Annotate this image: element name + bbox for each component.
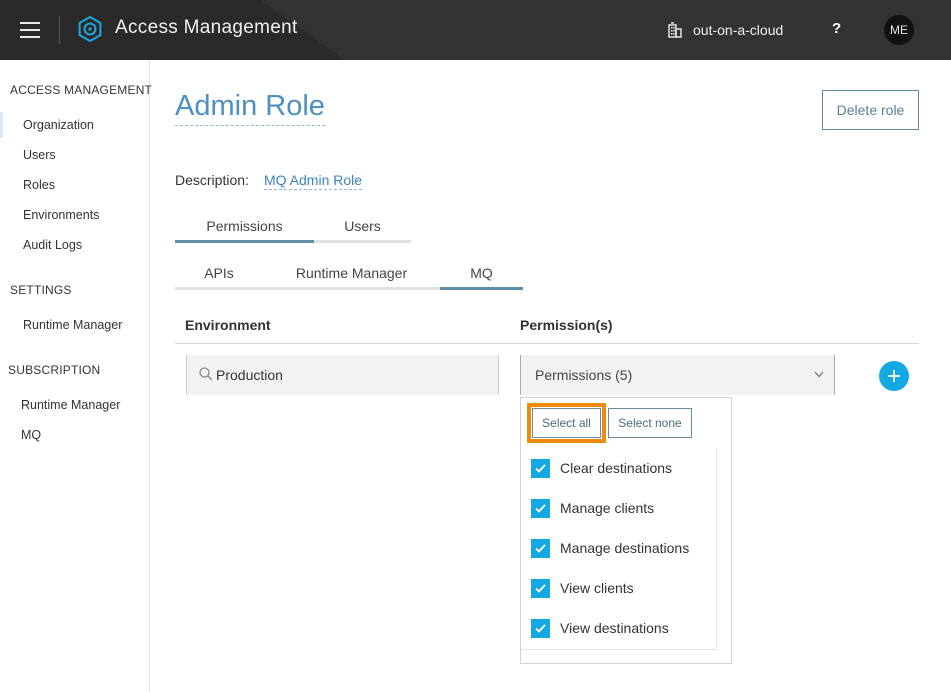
checkbox-checked-icon[interactable]	[531, 458, 550, 478]
org-name: out-on-a-cloud	[693, 22, 784, 38]
environment-search-input[interactable]: Production	[186, 355, 673, 395]
sidebar-item-audit-logs[interactable]: Audit Logs	[23, 238, 82, 252]
environment-value: Production	[216, 367, 283, 383]
sidebar-item-subscription-runtime-manager[interactable]: Runtime Manager	[21, 398, 120, 412]
checkbox-checked-icon[interactable]	[531, 618, 550, 638]
option-clear-destinations[interactable]: Clear destinations	[531, 458, 672, 478]
subtab-runtime-manager[interactable]: Runtime Manager	[263, 265, 440, 281]
delete-role-button[interactable]: Delete role	[822, 90, 919, 130]
permissions-select[interactable]: Permissions (5)	[520, 355, 835, 395]
option-label: Manage clients	[560, 500, 655, 516]
sidebar-item-users[interactable]: Users	[23, 148, 56, 162]
checkbox-checked-icon[interactable]	[531, 538, 550, 558]
subtab-apis[interactable]: APIs	[175, 265, 263, 281]
tab-permissions[interactable]: Permissions	[175, 218, 314, 234]
option-label: Manage destinations	[560, 540, 690, 556]
sidebar-item-settings-runtime-manager[interactable]: Runtime Manager	[23, 318, 122, 332]
tab-users[interactable]: Users	[314, 218, 411, 234]
checkbox-checked-icon[interactable]	[531, 578, 550, 598]
sidebar: ACCESS MANAGEMENT Organization Users Rol…	[0, 60, 153, 692]
description-label: Description:	[175, 172, 249, 188]
chevron-down-icon	[814, 371, 824, 378]
permissions-column-header: Permission(s)	[520, 317, 613, 333]
select-none-button[interactable]: Select none	[608, 408, 692, 438]
subtab-mq-underline	[440, 287, 523, 290]
option-label: View destinations	[560, 620, 669, 636]
header-divider-line	[175, 343, 919, 344]
sidebar-heading-settings: SETTINGS	[10, 283, 72, 297]
option-manage-destinations[interactable]: Manage destinations	[531, 538, 689, 558]
avatar[interactable]: ME	[884, 15, 914, 45]
search-icon	[199, 367, 213, 381]
hamburger-icon[interactable]	[20, 22, 40, 38]
tab-permissions-underline	[175, 240, 314, 243]
option-label: Clear destinations	[560, 460, 673, 476]
sidebar-heading-subscription: SUBSCRIPTION	[8, 363, 101, 377]
select-all-button[interactable]: Select all	[532, 408, 601, 438]
permissions-select-value: Permissions (5)	[535, 367, 633, 383]
option-view-destinations[interactable]: View destinations	[531, 618, 669, 638]
top-bar: Access Management out-on-a-cloud ? ME	[0, 0, 951, 60]
description-value[interactable]: MQ Admin Role	[264, 172, 363, 190]
sidebar-item-roles[interactable]: Roles	[23, 178, 55, 192]
sidebar-heading-access-management: ACCESS MANAGEMENT	[10, 83, 153, 97]
tab-users-underline	[314, 240, 411, 243]
checkbox-checked-icon[interactable]	[531, 498, 550, 518]
option-view-clients[interactable]: View clients	[531, 578, 634, 598]
plus-icon	[888, 370, 900, 382]
option-manage-clients[interactable]: Manage clients	[531, 498, 654, 518]
gear-logo-icon	[78, 16, 102, 42]
page-title[interactable]: Admin Role	[175, 90, 325, 126]
building-icon	[668, 22, 682, 38]
header-divider	[59, 16, 60, 44]
sidebar-item-environments[interactable]: Environments	[23, 208, 99, 222]
sidebar-item-mq[interactable]: MQ	[21, 428, 41, 442]
subtab-mq[interactable]: MQ	[440, 265, 523, 281]
org-switcher[interactable]: out-on-a-cloud	[668, 20, 783, 40]
help-button[interactable]: ?	[832, 20, 841, 37]
permissions-dropdown: Select all Select none Clear destination…	[520, 397, 732, 664]
option-label: View clients	[560, 580, 634, 596]
environment-column-header: Environment	[185, 317, 271, 333]
app-title: Access Management	[115, 17, 298, 38]
subtabs-underline	[175, 287, 440, 290]
sidebar-active-indicator	[0, 112, 3, 138]
permission-options-list: Clear destinations Manage clients Manage…	[521, 448, 717, 650]
add-permission-button[interactable]	[879, 361, 909, 391]
sidebar-item-organization[interactable]: Organization	[23, 118, 94, 132]
